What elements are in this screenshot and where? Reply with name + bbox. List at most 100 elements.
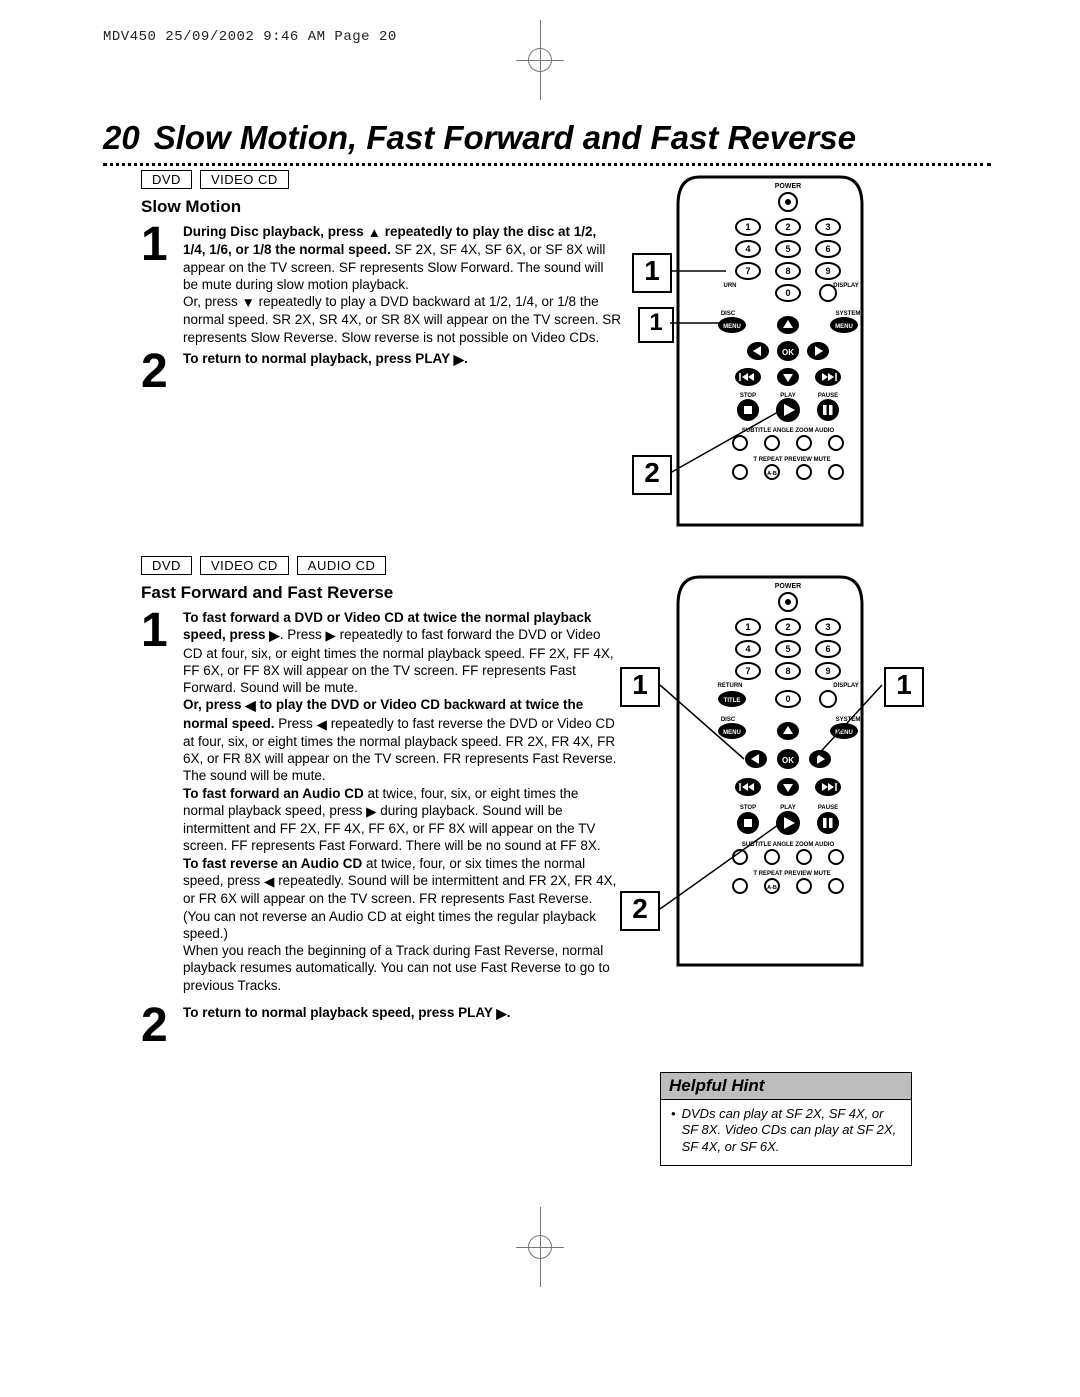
step-1-fast: 1 To fast forward a DVD or Video CD at t… (141, 609, 621, 994)
tag-dvd-2: DVD (141, 556, 192, 575)
left-triangle-icon: ◀ (264, 873, 274, 890)
tag-audio-cd: AUDIO CD (297, 556, 387, 575)
svg-text:SUBTITLE ANGLE ZOOM AUDIO: SUBTITLE ANGLE ZOOM AUDIO (742, 428, 835, 434)
svg-text:MENU: MENU (723, 324, 741, 330)
step-1: 1 During Disc playback, press ▲ repeated… (141, 223, 621, 346)
svg-text:MENU: MENU (835, 730, 853, 736)
remote-illustration-1: POWER 1 2 3 4 5 6 7 8 9 0 URN DISPLAY DI… (660, 175, 880, 540)
right-triangle-icon: ▶ (325, 627, 335, 644)
tag-video-cd: VIDEO CD (200, 170, 289, 189)
svg-text:8: 8 (785, 266, 790, 276)
svg-text:PAUSE: PAUSE (818, 805, 838, 811)
disc-type-tags-2: DVD VIDEO CD AUDIO CD (141, 556, 621, 575)
page-title: Slow Motion, Fast Forward and Fast Rever… (154, 119, 856, 157)
left-triangle-icon: ◀ (245, 697, 255, 714)
svg-text:OK: OK (782, 756, 794, 765)
txt: To return to normal playback, press PLAY (183, 351, 454, 366)
svg-text:STOP: STOP (740, 805, 756, 811)
svg-text:9: 9 (825, 266, 830, 276)
svg-text:3: 3 (825, 222, 830, 232)
svg-text:T REPEAT PREVIEW MUTE: T REPEAT PREVIEW MUTE (753, 871, 830, 877)
svg-text:3: 3 (825, 622, 830, 632)
tag-video-cd-2: VIDEO CD (200, 556, 289, 575)
remote-illustration-2: POWER 1 2 3 4 5 6 7 8 9 RETURN DISPLAY T… (660, 575, 880, 980)
helpful-hint-box: Helpful Hint •DVDs can play at SF 2X, SF… (660, 1072, 912, 1166)
remote-svg-2: POWER 1 2 3 4 5 6 7 8 9 RETURN DISPLAY T… (660, 575, 880, 975)
hint-title: Helpful Hint (660, 1072, 912, 1100)
svg-text:6: 6 (825, 244, 830, 254)
svg-text:1: 1 (745, 222, 750, 232)
svg-text:5: 5 (785, 244, 790, 254)
svg-text:TITLE: TITLE (724, 698, 741, 704)
tag-dvd: DVD (141, 170, 192, 189)
svg-text:POWER: POWER (775, 583, 801, 590)
txt: Or, press (183, 697, 245, 712)
step-number-2: 2 (141, 350, 171, 393)
svg-text:7: 7 (745, 666, 750, 676)
play-triangle-icon: ▶ (496, 1005, 506, 1022)
hint-text: DVDs can play at SF 2X, SF 4X, or SF 8X.… (682, 1106, 901, 1155)
svg-text:4: 4 (745, 244, 750, 254)
step-2: 2 To return to normal playback, press PL… (141, 350, 621, 393)
svg-text:DISC: DISC (721, 717, 736, 723)
svg-text:STOP: STOP (740, 393, 756, 399)
callout-1a: 1 (632, 253, 672, 293)
svg-text:0: 0 (785, 288, 790, 298)
crop-mark-bottom (516, 1207, 564, 1287)
txt: To fast forward an Audio CD (183, 786, 364, 801)
heading-slow-motion: Slow Motion (141, 197, 621, 217)
svg-text:1: 1 (745, 622, 750, 632)
page-number: 20 (103, 119, 140, 157)
section-slow-motion: DVD VIDEO CD Slow Motion 1 During Disc p… (141, 170, 621, 397)
step-1-fast-body: To fast forward a DVD or Video CD at twi… (183, 609, 621, 994)
step-2-fast-body: To return to normal playback speed, pres… (183, 1004, 511, 1022)
play-triangle-icon: ▶ (454, 351, 464, 368)
heading-fast: Fast Forward and Fast Reverse (141, 583, 621, 603)
svg-text:2: 2 (785, 622, 790, 632)
callout-2-left: 2 (620, 891, 660, 931)
svg-text:9: 9 (825, 666, 830, 676)
svg-text:A-B: A-B (767, 885, 777, 891)
svg-text:A-B: A-B (767, 471, 777, 477)
txt: During Disc playback, press (183, 224, 368, 239)
callout-1-left: 1 (620, 667, 660, 707)
svg-text:URN: URN (724, 283, 737, 289)
left-triangle-icon: ◀ (317, 716, 327, 733)
crop-mark-top (516, 20, 564, 100)
hint-body: •DVDs can play at SF 2X, SF 4X, or SF 8X… (660, 1100, 912, 1166)
step-2-body: To return to normal playback, press PLAY… (183, 350, 468, 368)
svg-text:MENU: MENU (723, 730, 741, 736)
callout-1b: 1 (638, 307, 674, 343)
txt: Or, press (183, 294, 242, 309)
svg-text:SYSTEM: SYSTEM (836, 311, 861, 317)
svg-text:PAUSE: PAUSE (818, 393, 838, 399)
svg-text:DISPLAY: DISPLAY (833, 283, 858, 289)
running-head: MDV450 25/09/2002 9:46 AM Page 20 (103, 29, 397, 45)
svg-text:PLAY: PLAY (780, 805, 795, 811)
svg-text:OK: OK (782, 348, 794, 357)
right-triangle-icon: ▶ (269, 627, 279, 644)
remote-svg-1: POWER 1 2 3 4 5 6 7 8 9 0 URN DISPLAY DI… (660, 175, 880, 535)
right-triangle-icon: ▶ (366, 803, 376, 820)
svg-text:DISPLAY: DISPLAY (833, 683, 858, 689)
step-number-1: 1 (141, 223, 171, 266)
txt: . Press (280, 627, 326, 642)
svg-text:0: 0 (785, 694, 790, 704)
section-fast-forward: DVD VIDEO CD AUDIO CD Fast Forward and F… (141, 556, 621, 1051)
txt: To fast reverse an Audio CD (183, 856, 362, 871)
up-triangle-icon: ▲ (368, 224, 381, 241)
svg-text:SUBTITLE ANGLE ZOOM AUDIO: SUBTITLE ANGLE ZOOM AUDIO (742, 842, 835, 848)
disc-type-tags: DVD VIDEO CD (141, 170, 621, 189)
step-number-1b: 1 (141, 609, 171, 652)
svg-text:6: 6 (825, 644, 830, 654)
power-label: POWER (775, 183, 801, 190)
down-triangle-icon: ▼ (242, 294, 255, 311)
svg-text:RETURN: RETURN (718, 683, 743, 689)
svg-text:4: 4 (745, 644, 750, 654)
txt: To return to normal playback speed, pres… (183, 1005, 496, 1020)
step-1-body: During Disc playback, press ▲ repeatedly… (183, 223, 621, 346)
svg-text:5: 5 (785, 644, 790, 654)
txt: When you reach the beginning of a Track … (183, 943, 610, 993)
svg-text:8: 8 (785, 666, 790, 676)
step-2-fast: 2 To return to normal playback speed, pr… (141, 1004, 621, 1047)
